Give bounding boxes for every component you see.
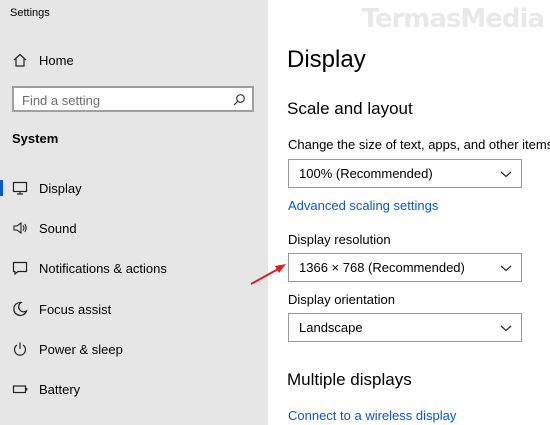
search-placeholder: Find a setting: [22, 93, 101, 108]
page-title: Display: [287, 46, 366, 73]
scale-dropdown[interactable]: 100% (Recommended): [288, 159, 522, 188]
sidebar-item-label: Display: [39, 180, 82, 196]
home-icon: [13, 53, 27, 67]
resolution-value: 1366 × 768 (Recommended): [299, 260, 465, 275]
battery-icon: [12, 385, 28, 394]
sidebar-item-label: Battery: [39, 381, 81, 397]
notification-icon: [12, 261, 28, 276]
scale-heading: Scale and layout: [287, 99, 413, 118]
orientation-value: Landscape: [299, 320, 363, 335]
orientation-label: Display orientation: [288, 292, 395, 307]
section-label: System: [12, 131, 59, 146]
moon-icon: [13, 301, 28, 317]
sidebar-item-display[interactable]: Display: [0, 170, 268, 206]
scale-value: 100% (Recommended): [299, 166, 433, 181]
sidebar-item-sound[interactable]: Sound: [0, 210, 268, 246]
scale-label: Change the size of text, apps, and other…: [288, 137, 550, 152]
advanced-scaling-link[interactable]: Advanced scaling settings: [288, 198, 438, 213]
sidebar-item-label: Sound: [39, 220, 77, 236]
sidebar-item-label: Notifications & actions: [39, 260, 167, 276]
sidebar-item-home[interactable]: Home: [0, 42, 268, 78]
search-input[interactable]: Find a setting: [12, 86, 254, 112]
sidebar-item-notifications[interactable]: Notifications & actions: [0, 250, 268, 286]
sidebar-item-label: Power & sleep: [39, 341, 123, 357]
speaker-icon: [13, 221, 27, 235]
search-icon: [233, 94, 245, 106]
monitor-icon: [12, 181, 28, 195]
sidebar: Settings Home Find a setting System Disp…: [0, 0, 268, 425]
sidebar-item-power-sleep[interactable]: Power & sleep: [0, 331, 268, 367]
sidebar-item-focus-assist[interactable]: Focus assist: [0, 291, 268, 327]
sidebar-item-label: Home: [39, 52, 74, 68]
multiple-displays-heading: Multiple displays: [287, 370, 412, 389]
red-arrow-annotation: [250, 264, 286, 285]
sidebar-item-label: Focus assist: [39, 301, 112, 317]
wireless-display-link[interactable]: Connect to a wireless display: [288, 408, 456, 423]
resolution-dropdown[interactable]: 1366 × 768 (Recommended): [288, 253, 522, 282]
sidebar-item-battery[interactable]: Battery: [0, 371, 268, 407]
app-title: Settings: [10, 7, 50, 19]
power-icon: [13, 342, 27, 356]
chevron-down-icon: [500, 171, 512, 178]
watermark: TermasMedia: [361, 4, 545, 34]
main-panel: TermasMedia Display Scale and layout Cha…: [268, 0, 550, 425]
orientation-dropdown[interactable]: Landscape: [288, 313, 522, 342]
chevron-down-icon: [500, 325, 512, 332]
resolution-label: Display resolution: [288, 232, 391, 247]
chevron-down-icon: [500, 265, 512, 272]
